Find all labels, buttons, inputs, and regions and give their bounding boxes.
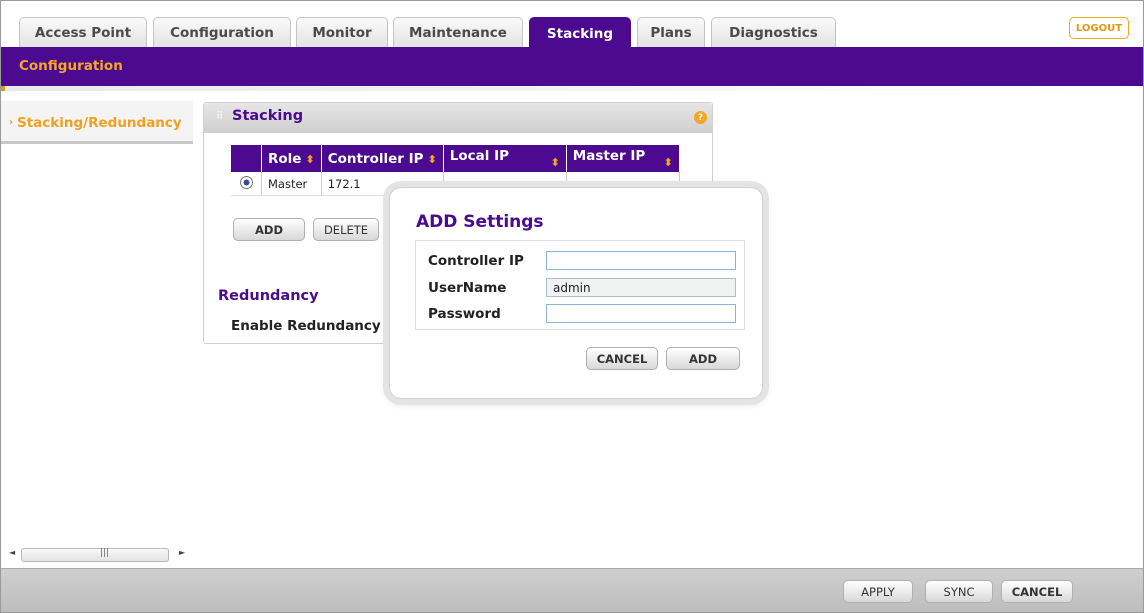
dialog-add-button[interactable]: ADD bbox=[666, 347, 740, 370]
delete-button[interactable]: DELETE bbox=[313, 218, 379, 241]
panel-title: Stacking bbox=[232, 108, 304, 124]
row-role: Master bbox=[261, 172, 322, 196]
controller-ip-label: Controller IP bbox=[428, 253, 524, 269]
column-header-controller-ip[interactable]: Controller IP ⬍ bbox=[321, 145, 444, 172]
column-header-local-ip[interactable]: Local IP ⬍ bbox=[443, 145, 567, 172]
dialog-form: Controller IP UserName Password bbox=[415, 240, 745, 330]
sidebar-item-stacking-redundancy[interactable]: › Stacking/Redundancy bbox=[1, 101, 193, 144]
radio-selected-icon bbox=[239, 175, 253, 189]
column-header-role[interactable]: Role ⬍ bbox=[261, 145, 322, 172]
row-select-radio[interactable] bbox=[231, 172, 262, 196]
column-header-master-ip[interactable]: Master IP ⬍ bbox=[566, 145, 680, 172]
apply-button[interactable]: APPLY bbox=[843, 580, 913, 603]
scrollbar-thumb[interactable]: ||| bbox=[21, 548, 169, 562]
footer-bar: APPLY SYNC CANCEL bbox=[1, 568, 1143, 612]
sync-button[interactable]: SYNC bbox=[925, 580, 993, 603]
redundancy-title: Redundancy bbox=[218, 288, 319, 304]
logout-button[interactable]: LOGOUT bbox=[1069, 17, 1129, 39]
drag-handle-icon: ⠿ bbox=[216, 111, 224, 122]
subnav-configuration[interactable]: Configuration bbox=[19, 58, 123, 74]
enable-redundancy-label: Enable Redundancy bbox=[231, 318, 381, 334]
subnav-bar: Configuration bbox=[1, 47, 1143, 86]
dialog-cancel-button[interactable]: CANCEL bbox=[586, 347, 658, 370]
sort-icon: ⬍ bbox=[550, 156, 560, 169]
cancel-button[interactable]: CANCEL bbox=[1001, 580, 1073, 603]
dialog-title: ADD Settings bbox=[416, 212, 544, 232]
tab-plans[interactable]: Plans bbox=[637, 17, 705, 48]
add-button[interactable]: ADD bbox=[233, 218, 305, 241]
grip-icon: ||| bbox=[100, 548, 110, 558]
sort-icon: ⬍ bbox=[305, 152, 315, 166]
tab-maintenance[interactable]: Maintenance bbox=[393, 17, 523, 48]
app-window: Access Point Configuration Monitor Maint… bbox=[0, 0, 1144, 613]
password-input[interactable] bbox=[546, 304, 736, 323]
sort-icon: ⬍ bbox=[427, 152, 437, 166]
password-label: Password bbox=[428, 306, 501, 322]
scroll-left-arrow-icon[interactable]: ◄ bbox=[9, 548, 15, 557]
select-column-header bbox=[231, 145, 262, 172]
add-settings-dialog: ADD Settings Controller IP UserName Pass… bbox=[389, 187, 763, 399]
sort-icon: ⬍ bbox=[663, 156, 673, 169]
username-input[interactable] bbox=[546, 278, 736, 297]
sidebar-item-label: Stacking/Redundancy bbox=[17, 115, 182, 131]
tab-configuration[interactable]: Configuration bbox=[153, 17, 291, 48]
help-icon[interactable]: ? bbox=[694, 111, 707, 124]
tab-access-point[interactable]: Access Point bbox=[19, 17, 147, 48]
controller-ip-input[interactable] bbox=[546, 251, 736, 270]
panel-header: ⠿ Stacking bbox=[204, 103, 712, 133]
horizontal-scrollbar[interactable]: ◄ ||| ► bbox=[7, 547, 193, 562]
tab-monitor[interactable]: Monitor bbox=[296, 17, 388, 48]
username-label: UserName bbox=[428, 280, 507, 296]
tab-stacking[interactable]: Stacking bbox=[529, 17, 631, 49]
subnav-shadow bbox=[1, 86, 1143, 91]
chevron-right-icon: › bbox=[9, 117, 14, 128]
scroll-right-arrow-icon[interactable]: ► bbox=[179, 548, 185, 557]
top-tab-bar: Access Point Configuration Monitor Maint… bbox=[1, 1, 1143, 49]
tab-diagnostics[interactable]: Diagnostics bbox=[711, 17, 836, 48]
